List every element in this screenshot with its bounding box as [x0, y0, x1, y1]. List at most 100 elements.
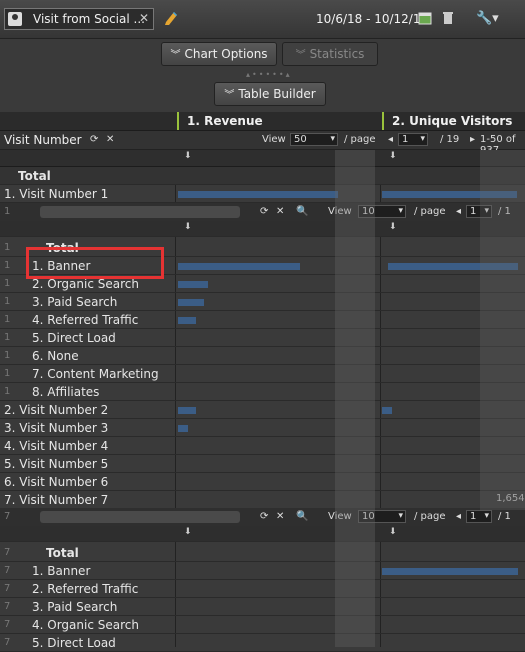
revenue-column-header[interactable]: 1. Revenue	[177, 112, 377, 130]
subtable-pager-row: 1 ⟳ ✕ 🔍 View 10 / page ◂ 1 / 1	[0, 203, 525, 222]
statistics-button[interactable]: ︾ Statistics	[282, 42, 378, 66]
table-builder-button[interactable]: ︾ Table Builder	[214, 82, 326, 106]
per-page-label: / page	[344, 134, 376, 145]
chevron-down-icon: ︾	[224, 90, 235, 101]
table-row[interactable]: 1. Visit Number 1	[0, 185, 525, 203]
blurred-dimension	[40, 206, 240, 218]
row-label: 4. Organic Search	[32, 618, 139, 632]
visitors-bar	[382, 568, 518, 575]
row-label: 2. Visit Number 2	[4, 403, 109, 417]
prev-page-icon[interactable]: ◂	[456, 206, 461, 217]
table-row[interactable]: 4. Visit Number 4	[0, 437, 525, 455]
sort-down-icon[interactable]: ⬇	[184, 527, 192, 537]
next-page-icon[interactable]: ▸	[470, 134, 475, 145]
refresh-icon[interactable]: ⟳	[260, 511, 268, 522]
row-gutter: 1	[4, 206, 11, 217]
row-label: Total	[18, 169, 51, 183]
view-select[interactable]: 50	[290, 133, 338, 146]
sort-row: ⬇ ⬇	[0, 526, 525, 542]
table-row[interactable]: 7. Visit Number 7 1,654	[0, 491, 525, 509]
sort-down-icon[interactable]: ⬇	[389, 222, 397, 232]
prev-page-icon[interactable]: ◂	[456, 511, 461, 522]
table-row[interactable]: 7 3. Paid Search	[0, 598, 525, 616]
row-label: 2. Referred Traffic	[32, 582, 139, 596]
table-row[interactable]: 1 3. Paid Search	[0, 293, 525, 311]
date-range[interactable]: 10/6/18 - 10/12/18	[316, 12, 428, 26]
table-row[interactable]: 7 1. Banner	[0, 562, 525, 580]
row-label: 4. Referred Traffic	[32, 313, 139, 327]
metric-header-row: 1. Revenue 2. Unique Visitors	[0, 112, 525, 131]
table-row[interactable]: 7 Total	[0, 544, 525, 562]
table-row[interactable]: 5. Visit Number 5	[0, 455, 525, 473]
refresh-icon[interactable]: ⟳	[260, 206, 268, 217]
row-label: 7. Visit Number 7	[4, 493, 109, 507]
revenue-bar	[178, 317, 196, 324]
pencil-icon[interactable]	[164, 10, 178, 26]
row-gutter: 7	[4, 511, 11, 522]
refresh-icon[interactable]: ⟳	[90, 134, 98, 145]
chart-options-button[interactable]: ︾ Chart Options	[161, 42, 277, 66]
sort-down-icon[interactable]: ⬇	[389, 151, 397, 161]
resize-handle[interactable]: ▴•••••▴	[246, 70, 292, 79]
table-row[interactable]: 1 4. Referred Traffic	[0, 311, 525, 329]
prev-page-icon[interactable]: ◂	[388, 134, 393, 145]
row-label: 1. Visit Number 1	[4, 187, 109, 201]
revenue-bar	[178, 407, 196, 414]
row-label: 4. Visit Number 4	[4, 439, 109, 453]
statistics-label: Statistics	[309, 47, 365, 61]
table-row[interactable]: 1 6. None	[0, 347, 525, 365]
wrench-icon[interactable]: 🔧▾	[476, 11, 499, 26]
report-tab-label: Visit from Social ...	[33, 12, 145, 26]
trash-icon[interactable]	[442, 11, 454, 25]
per-page-label: / page	[414, 511, 446, 522]
visitors-bar	[382, 407, 392, 414]
table-row[interactable]: 7 2. Referred Traffic	[0, 580, 525, 598]
chevron-down-icon: ︾	[295, 50, 306, 61]
close-icon[interactable]: ✕	[276, 206, 284, 217]
dimension-label: Visit Number	[4, 133, 82, 147]
row-label: 3. Visit Number 3	[4, 421, 109, 435]
unique-visitors-column-header[interactable]: 2. Unique Visitors	[382, 112, 525, 130]
calendar-icon[interactable]	[418, 11, 432, 25]
redacted-region	[480, 150, 525, 510]
close-icon[interactable]: ✕	[139, 11, 149, 25]
table-row[interactable]: 7 5. Direct Load	[0, 634, 525, 652]
sort-down-icon[interactable]: ⬇	[184, 222, 192, 232]
search-icon[interactable]: 🔍	[296, 511, 308, 522]
row-label: 2. Organic Search	[32, 277, 139, 291]
redacted-region	[335, 150, 375, 647]
chart-options-label: Chart Options	[184, 47, 268, 61]
table-row[interactable]: Total	[0, 167, 525, 185]
revenue-bar	[178, 299, 204, 306]
row-label: 7. Content Marketing	[32, 367, 159, 381]
close-icon[interactable]: ✕	[106, 134, 114, 145]
page-select[interactable]: 1	[398, 133, 428, 146]
sort-down-icon[interactable]: ⬇	[184, 151, 192, 161]
report-tab[interactable]: Visit from Social ... ✕	[4, 8, 154, 30]
table-row[interactable]: 6. Visit Number 6	[0, 473, 525, 491]
table-row[interactable]: 2. Visit Number 2	[0, 401, 525, 419]
page-total: / 19	[440, 134, 460, 145]
sort-row: ⬇ ⬇	[0, 150, 525, 167]
table-row[interactable]: 1 5. Direct Load	[0, 329, 525, 347]
table-row[interactable]: 3. Visit Number 3	[0, 419, 525, 437]
table-row[interactable]: 7 4. Organic Search	[0, 616, 525, 634]
blurred-dimension	[40, 511, 240, 523]
row-label: 1. Banner	[32, 564, 91, 578]
page-total: / 1	[498, 511, 511, 522]
revenue-bar	[178, 281, 208, 288]
subtable-pager-row: 7 ⟳ ✕ 🔍 View 10 / page ◂ 1 / 1	[0, 508, 525, 527]
page-select[interactable]: 1	[466, 510, 492, 523]
table-builder-label: Table Builder	[238, 87, 316, 101]
search-icon[interactable]: 🔍	[296, 206, 308, 217]
pager-row: Visit Number ⟳ ✕ View 50 / page ◂ 1 / 19…	[0, 131, 525, 156]
per-page-label: / page	[414, 206, 446, 217]
row-label: 8. Affiliates	[32, 385, 100, 399]
sort-down-icon[interactable]: ⬇	[389, 527, 397, 537]
visitor-icon	[8, 12, 22, 26]
row-label: 5. Direct Load	[32, 331, 116, 345]
close-icon[interactable]: ✕	[276, 511, 284, 522]
table-row[interactable]: 1 7. Content Marketing	[0, 365, 525, 383]
table-row[interactable]: 1 8. Affiliates	[0, 383, 525, 401]
row-label: 5. Visit Number 5	[4, 457, 109, 471]
